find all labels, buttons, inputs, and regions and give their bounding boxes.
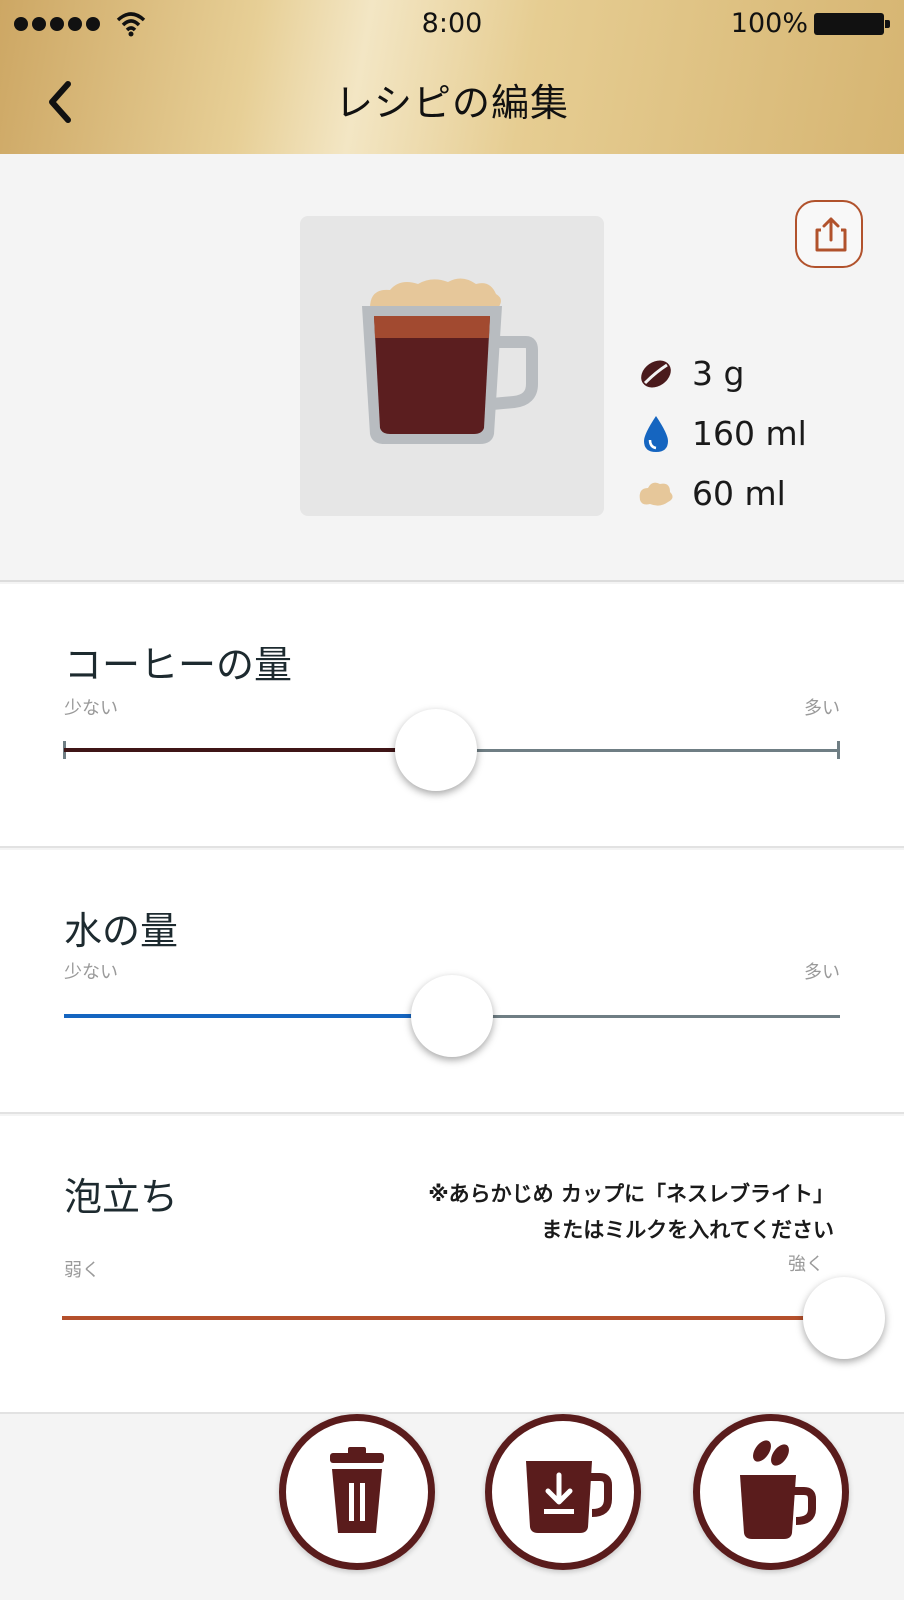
recipe-stats: 3 g 160 ml 60 ml	[636, 346, 886, 526]
brew-cup-icon	[740, 1440, 816, 1539]
water-max-label: 多い	[804, 962, 840, 983]
battery-icon	[814, 13, 890, 35]
stat-coffee-value: 3 g	[692, 354, 745, 393]
foam-note-line1: ※あらかじめ カップに「ネスレブライト」	[428, 1182, 834, 1206]
foam-max-label: 強く	[788, 1254, 824, 1275]
foam-section: 泡立ち ※あらかじめ カップに「ネスレブライト」 またはミルクを入れてください …	[0, 1116, 904, 1414]
water-drop-icon	[644, 416, 668, 452]
app-header: 8:00 100% レシピの編集	[0, 0, 904, 154]
foam-slider-fill	[62, 1316, 844, 1320]
coffee-bean-icon	[641, 360, 671, 388]
cup-preview	[300, 216, 604, 516]
foam-note-line2: またはミルクを入れてください	[541, 1218, 834, 1242]
water-slider-fill	[64, 1014, 452, 1018]
water-slider-thumb[interactable]	[411, 975, 493, 1057]
foam-min-label: 弱く	[64, 1260, 100, 1281]
foam-icon	[639, 482, 673, 506]
stat-coffee: 3 g	[636, 346, 886, 406]
recipe-summary: 3 g 160 ml 60 ml	[0, 154, 904, 582]
coffee-slider-fill	[64, 748, 436, 752]
stat-foam-value: 60 ml	[692, 474, 786, 513]
share-button[interactable]	[795, 200, 863, 268]
coffee-slider-thumb[interactable]	[394, 709, 477, 791]
save-cup-icon	[526, 1461, 612, 1533]
coffee-max-label: 多い	[804, 698, 840, 719]
coffee-amount-title: コーヒーの量	[64, 643, 293, 687]
action-bar	[0, 1414, 904, 1600]
trash-icon	[330, 1447, 384, 1533]
foam-title: 泡立ち	[64, 1175, 179, 1219]
foam-note: ※あらかじめ カップに「ネスレブライト」 またはミルクを入れてください	[428, 1176, 834, 1248]
coffee-amount-section: コーヒーの量 少ない 多い	[0, 584, 904, 848]
cup-illustration-icon	[362, 278, 538, 444]
stat-foam: 60 ml	[636, 466, 886, 526]
water-min-label: 少ない	[64, 962, 118, 983]
water-amount-title: 水の量	[64, 909, 179, 953]
delete-recipe-button[interactable]	[279, 1414, 435, 1570]
share-icon	[815, 217, 847, 252]
save-recipe-button[interactable]	[485, 1414, 641, 1570]
battery-percent: 100%	[730, 8, 808, 39]
foam-slider-thumb[interactable]	[803, 1277, 885, 1359]
stat-water-value: 160 ml	[692, 414, 807, 453]
stat-water: 160 ml	[636, 406, 886, 466]
page-title: レシピの編集	[334, 81, 569, 125]
brew-button[interactable]	[693, 1414, 849, 1570]
coffee-min-label: 少ない	[64, 698, 118, 719]
status-bar: 8:00 100%	[0, 0, 904, 48]
water-amount-section: 水の量 少ない 多い	[0, 850, 904, 1114]
